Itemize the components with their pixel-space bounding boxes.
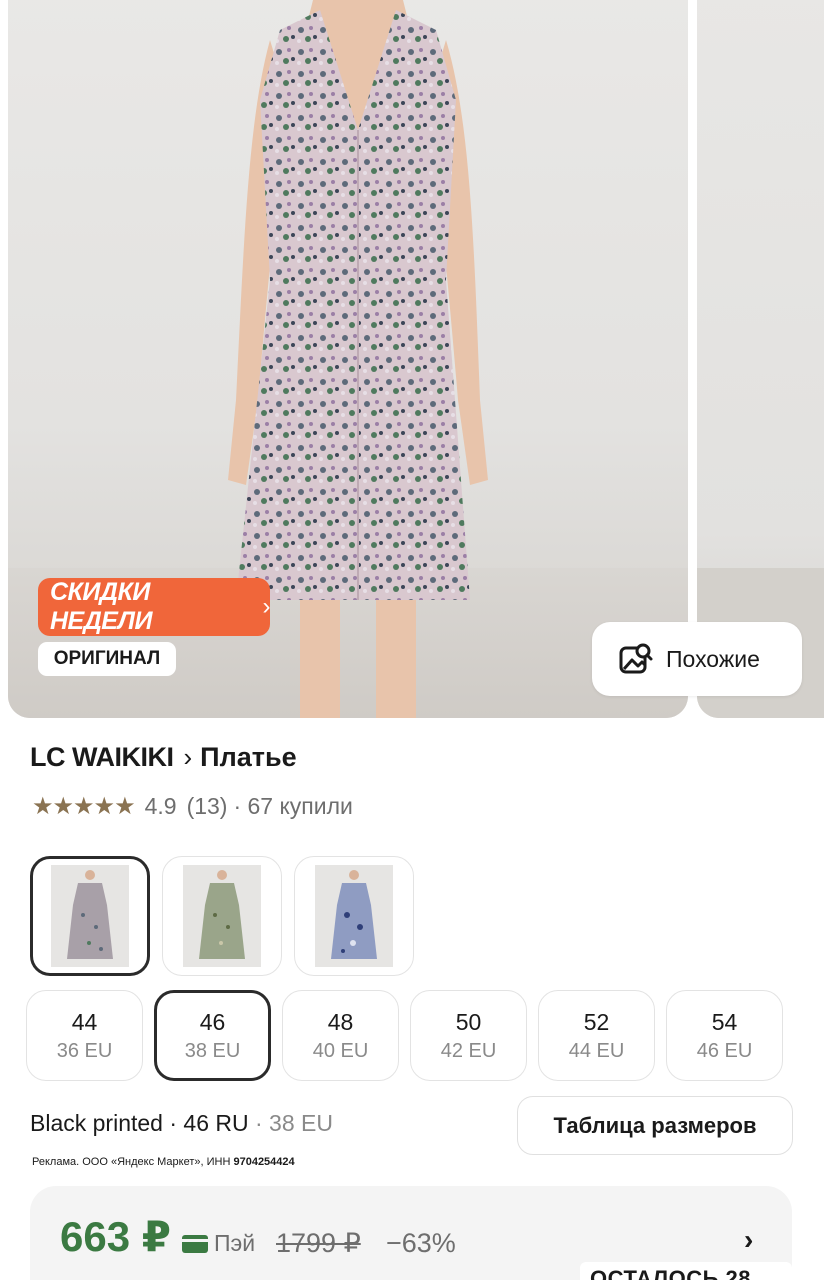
size-ru: 54	[711, 1008, 738, 1035]
product-gallery[interactable]: СКИДКИ НЕДЕЛИ › ОРИГИНАЛ Похожие	[0, 0, 824, 718]
price-card[interactable]: 663 ₽ Пэй 1799 ₽ −63% › ОСТАЛОСЬ 28 ШТ	[30, 1186, 792, 1280]
ad-inn: 9704254424	[233, 1156, 295, 1168]
old-price: 1799 ₽	[276, 1228, 361, 1258]
selected-size-ru: · 46 RU	[169, 1110, 249, 1136]
brand-link[interactable]: LC WAIKIKI	[30, 742, 174, 773]
size-eu: 36 EU	[56, 1039, 113, 1062]
current-price: 663 ₽	[60, 1213, 171, 1260]
size-table-button[interactable]: Таблица размеров	[517, 1096, 793, 1155]
size-eu: 40 EU	[312, 1039, 369, 1062]
reviews-count: (13)	[186, 792, 228, 819]
discount-percent: −63%	[386, 1228, 456, 1258]
variant-image	[315, 865, 393, 967]
chevron-right-icon: ›	[183, 742, 193, 772]
size-ru: 48	[327, 1008, 354, 1035]
ad-disclaimer: Реклама. ООО «Яндекс Маркет», ИНН 970425…	[32, 1156, 295, 1168]
stock-remaining-badge: ОСТАЛОСЬ 28 ШТ	[580, 1262, 792, 1280]
size-option-46[interactable]: 46 38 EU	[154, 990, 271, 1081]
size-option-48[interactable]: 48 40 EU	[282, 990, 399, 1081]
product-photo-next[interactable]	[697, 0, 824, 718]
product-title: LC WAIKIKI › Платье	[30, 742, 297, 773]
chevron-right-icon: ›	[262, 593, 271, 620]
similar-button[interactable]: Похожие	[592, 622, 802, 696]
size-eu: 38 EU	[184, 1039, 241, 1062]
variant-image	[51, 865, 129, 967]
product-photo-main[interactable]: СКИДКИ НЕДЕЛИ › ОРИГИНАЛ	[8, 0, 688, 718]
selected-variant-summary: Black printed · 46 RU · 38 EU	[30, 1110, 333, 1137]
size-option-52[interactable]: 52 44 EU	[538, 990, 655, 1081]
selected-size-eu: · 38 EU	[255, 1110, 333, 1136]
category-label: Платье	[200, 742, 297, 772]
size-eu: 42 EU	[440, 1039, 497, 1062]
selected-color: Black printed	[30, 1110, 163, 1136]
ad-text: Реклама. ООО «Яндекс Маркет», ИНН	[32, 1156, 234, 1168]
size-selector: 44 36 EU 46 38 EU 48 40 EU 50 42 EU 52 4…	[26, 990, 783, 1081]
chevron-right-icon: ›	[744, 1224, 754, 1255]
size-ru: 50	[455, 1008, 482, 1035]
similar-label: Похожие	[666, 645, 760, 672]
variant-thumb-1[interactable]	[30, 856, 150, 976]
size-option-44[interactable]: 44 36 EU	[26, 990, 143, 1081]
variant-thumb-3[interactable]	[294, 856, 414, 976]
star-rating-icon: ★★★★★	[32, 792, 136, 820]
weekly-discounts-label: СКИДКИ НЕДЕЛИ	[50, 578, 152, 635]
rating-value: 4.9	[144, 792, 177, 819]
size-option-50[interactable]: 50 42 EU	[410, 990, 527, 1081]
card-icon	[182, 1234, 208, 1253]
size-ru: 52	[583, 1008, 610, 1035]
image-search-icon	[619, 643, 653, 674]
size-option-54[interactable]: 54 46 EU	[666, 990, 783, 1081]
rating-row[interactable]: ★★★★★ 4.9 (13) · 67 купили	[32, 792, 353, 820]
size-eu: 44 EU	[568, 1039, 625, 1062]
pay-label: Пэй	[214, 1230, 256, 1256]
pay-badge: Пэй	[182, 1230, 255, 1257]
original-badge: ОРИГИНАЛ	[38, 642, 176, 676]
weekly-discounts-badge[interactable]: СКИДКИ НЕДЕЛИ ›	[38, 578, 270, 636]
size-ru: 44	[71, 1008, 98, 1035]
size-eu: 46 EU	[696, 1039, 753, 1062]
variant-thumb-2[interactable]	[162, 856, 282, 976]
color-variants	[30, 856, 414, 976]
bought-count: · 67 купили	[233, 792, 353, 819]
size-ru: 46	[199, 1008, 226, 1035]
variant-image	[183, 865, 261, 967]
